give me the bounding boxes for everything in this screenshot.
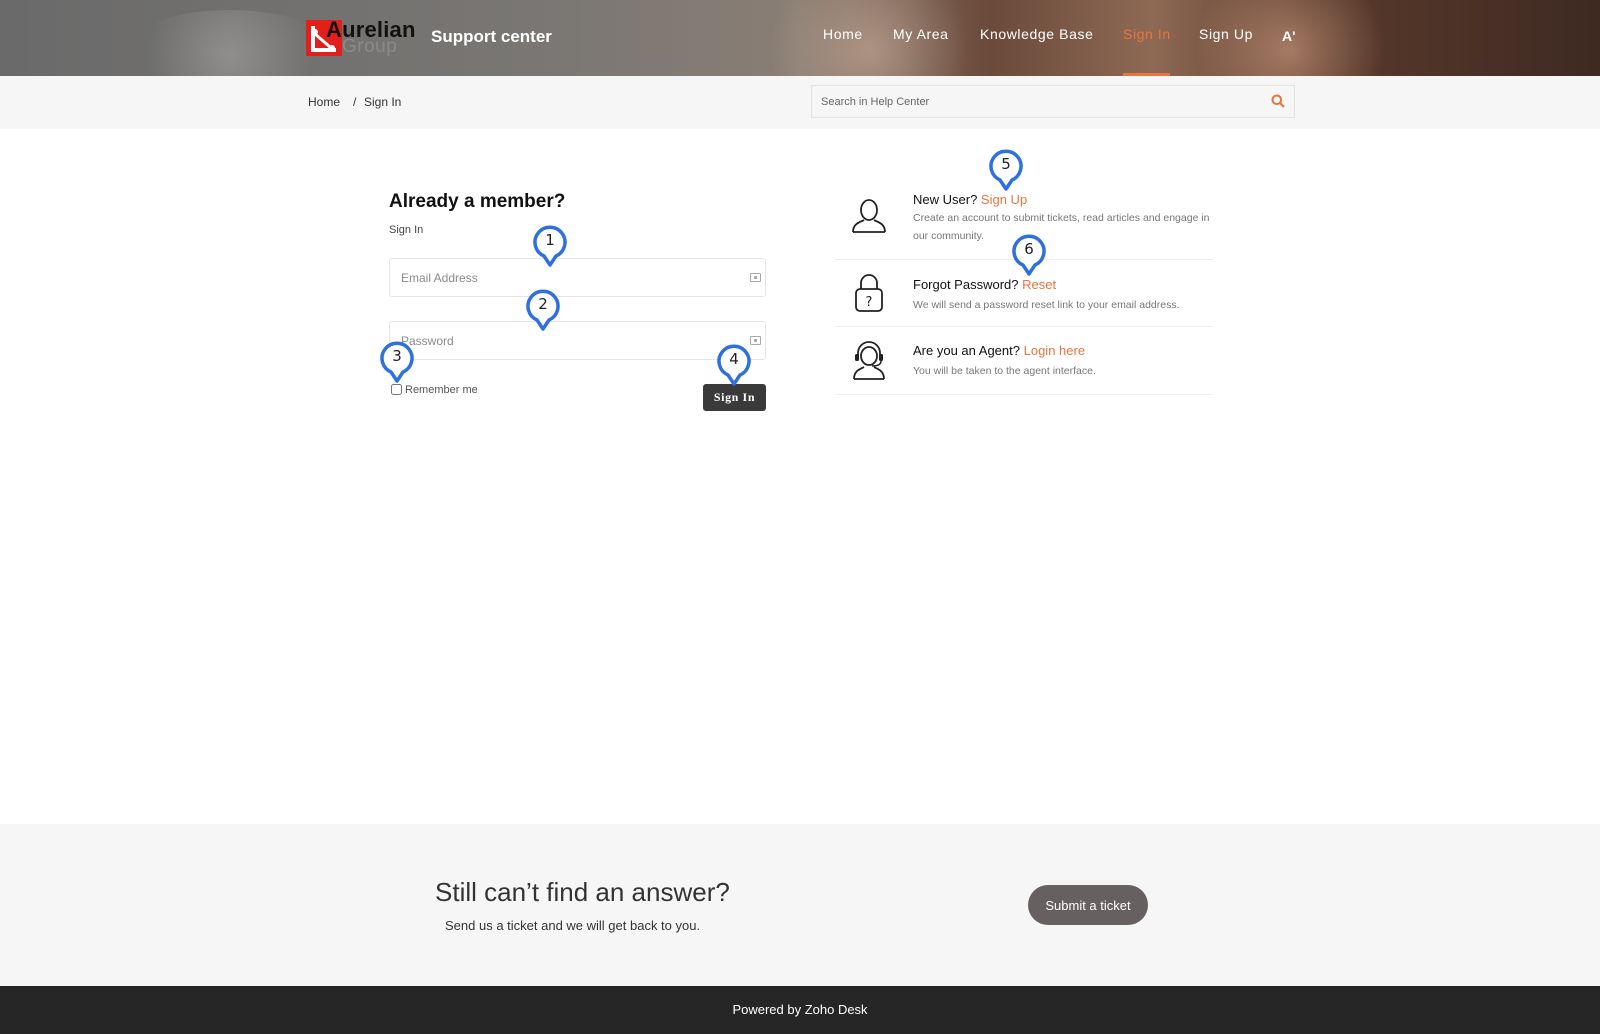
remember-me-checkbox[interactable] [391,384,402,395]
headset-agent-icon [853,341,885,380]
cta-subtitle: Send us a ticket and we will get back to… [445,918,701,933]
nav-sign-in[interactable]: Sign In [1123,26,1171,42]
breadcrumb-current: Sign In [364,95,402,109]
email-field-wrapper [389,258,766,297]
user-icon [852,199,886,233]
nav-sign-up[interactable]: Sign Up [1199,26,1253,42]
search-input[interactable] [812,86,1232,117]
agent-login-link[interactable]: Login here [1024,343,1085,358]
autofill-icon [750,273,761,282]
nav-my-area[interactable]: My Area [893,26,949,42]
breadcrumb-bar: Home / Sign In [0,76,1600,129]
autofill-icon [750,336,761,345]
breadcrumb-home[interactable]: Home [308,95,340,109]
reset-link[interactable]: Reset [1022,277,1056,292]
annotation-marker: 2 [526,289,560,331]
footer: Powered by Zoho Desk [0,986,1600,1034]
annotation-marker: 6 [1012,234,1046,276]
annotation-marker: 5 [989,149,1023,191]
option-description: We will send a password reset link to yo… [913,299,1180,311]
sign-in-button[interactable]: Sign In [703,384,766,411]
option-title: Are you an Agent? Login here [913,343,1086,358]
option-description: You will be taken to the agent interface… [913,365,1096,377]
nav-knowledge-base[interactable]: Knowledge Base [980,26,1093,42]
remember-me-label: Remember me [405,384,478,396]
annotation-marker: 1 [533,225,567,267]
option-description: Create an account to submit tickets, rea… [913,212,1210,242]
breadcrumb-separator: / [353,95,357,109]
lock-question-icon: ? [855,274,883,312]
sign-up-link[interactable]: Sign Up [981,192,1027,207]
font-size-icon[interactable]: A' [1282,28,1295,44]
option-title: New User? Sign Up [913,192,1028,207]
annotation-marker: 3 [380,341,414,383]
powered-by-text[interactable]: Powered by Zoho Desk [0,1002,1600,1017]
search-box [811,85,1295,118]
search-icon[interactable] [1271,94,1285,108]
submit-ticket-button[interactable]: Submit a ticket [1028,885,1148,925]
help-cta-section: Still can’t find an answer? Send us a ti… [0,824,1600,986]
signin-heading: Already a member? [389,191,566,212]
logo-subtext: Group [342,36,398,57]
nav-home[interactable]: Home [823,26,863,42]
option-title: Forgot Password? Reset [913,277,1057,292]
signin-subheading: Sign In [389,224,424,236]
password-field-wrapper [389,321,766,360]
company-logo[interactable]: Aurelian Group [306,17,416,58]
site-title[interactable]: Support center [431,27,552,47]
annotation-marker: 4 [717,344,751,386]
header-banner: Aurelian Group Support center Home My Ar… [0,0,1600,76]
cta-title: Still can’t find an answer? [435,877,730,907]
option-agent-login: Are you an Agent? Login here You will be… [835,327,1213,395]
svg-text:?: ? [866,295,873,310]
